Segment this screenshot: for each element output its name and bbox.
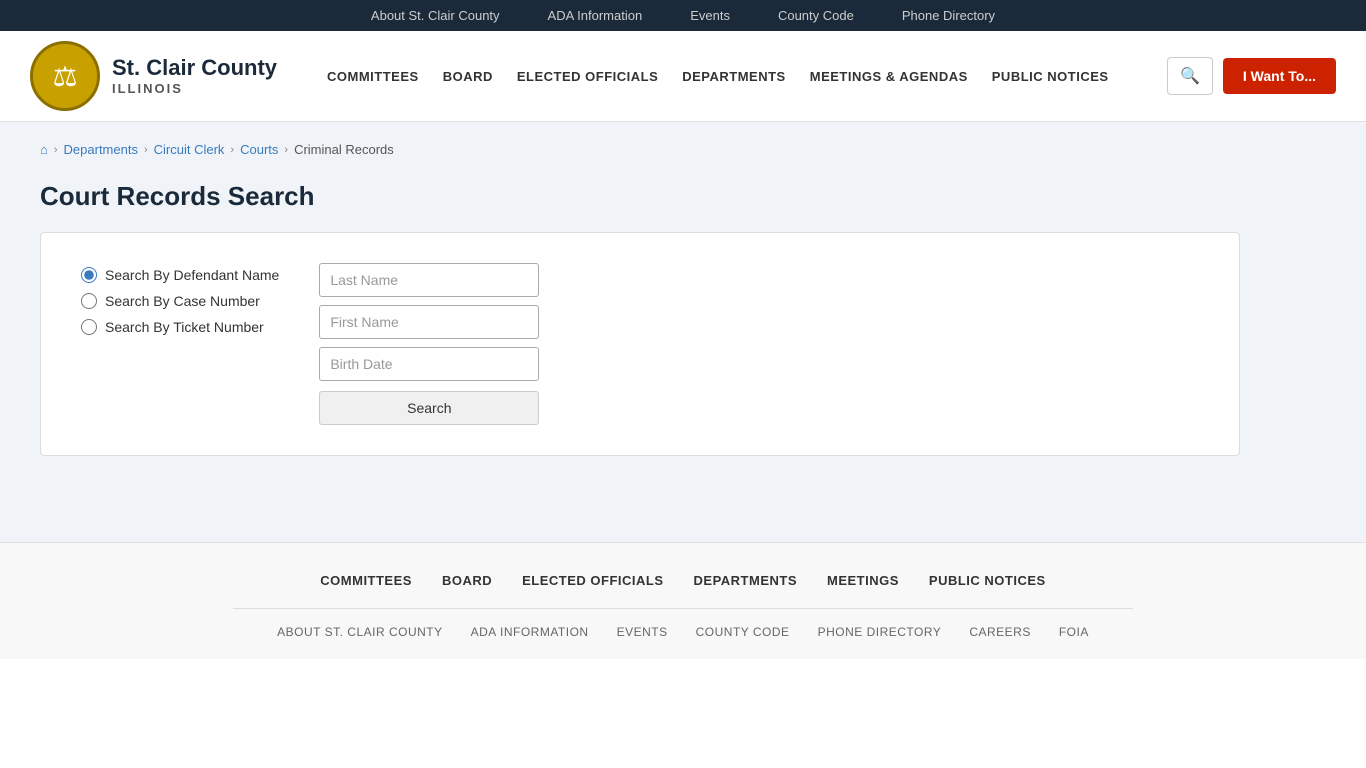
- topbar-link-about[interactable]: About St. Clair County: [371, 8, 500, 23]
- footer: COMMITTEES BOARD ELECTED OFFICIALS DEPAR…: [0, 542, 1366, 659]
- topbar-link-phone[interactable]: Phone Directory: [902, 8, 995, 23]
- breadcrumb: ⌂ › Departments › Circuit Clerk › Courts…: [40, 142, 1326, 157]
- fields-group: Search: [319, 263, 539, 425]
- footer-nav-departments[interactable]: DEPARTMENTS: [694, 573, 797, 588]
- header-actions: 🔍 I Want To...: [1167, 57, 1336, 95]
- radio-case-input[interactable]: [81, 293, 97, 309]
- footer-foia[interactable]: FOIA: [1059, 625, 1089, 639]
- nav-board[interactable]: BOARD: [433, 61, 503, 92]
- footer-ada[interactable]: ADA INFORMATION: [471, 625, 589, 639]
- radio-case-label: Search By Case Number: [105, 293, 260, 309]
- footer-divider: [233, 608, 1133, 609]
- radio-defendant-input[interactable]: [81, 267, 97, 283]
- breadcrumb-sep-2: ›: [144, 144, 148, 156]
- topbar-link-county-code[interactable]: County Code: [778, 8, 854, 23]
- footer-careers[interactable]: CAREERS: [969, 625, 1031, 639]
- radio-ticket-input[interactable]: [81, 319, 97, 335]
- breadcrumb-sep-1: ›: [54, 144, 58, 156]
- i-want-button[interactable]: I Want To...: [1223, 58, 1336, 94]
- footer-nav: COMMITTEES BOARD ELECTED OFFICIALS DEPAR…: [40, 573, 1326, 588]
- footer-nav-elected[interactable]: ELECTED OFFICIALS: [522, 573, 663, 588]
- nav-elected[interactable]: ELECTED OFFICIALS: [507, 61, 668, 92]
- footer-nav-meetings[interactable]: MEETINGS: [827, 573, 899, 588]
- footer-bottom-nav: ABOUT ST. CLAIR COUNTY ADA INFORMATION E…: [40, 625, 1326, 639]
- header: ⚖ St. Clair County ILLINOIS COMMITTEES B…: [0, 31, 1366, 122]
- breadcrumb-departments[interactable]: Departments: [64, 142, 138, 157]
- search-box: Search By Defendant Name Search By Case …: [40, 232, 1240, 456]
- nav-committees[interactable]: COMMITTEES: [317, 61, 429, 92]
- breadcrumb-home[interactable]: ⌂: [40, 142, 48, 157]
- breadcrumb-circuit-clerk[interactable]: Circuit Clerk: [154, 142, 225, 157]
- radio-case-number[interactable]: Search By Case Number: [81, 293, 279, 309]
- breadcrumb-sep-3: ›: [230, 144, 234, 156]
- main-nav: COMMITTEES BOARD ELECTED OFFICIALS DEPAR…: [317, 61, 1147, 92]
- state-name: ILLINOIS: [112, 81, 277, 97]
- search-type-group: Search By Defendant Name Search By Case …: [81, 263, 279, 335]
- county-name: St. Clair County: [112, 55, 277, 81]
- logo-icon: ⚖: [30, 41, 100, 111]
- footer-nav-committees[interactable]: COMMITTEES: [320, 573, 412, 588]
- last-name-input[interactable]: [319, 263, 539, 297]
- footer-phone-directory[interactable]: PHONE DIRECTORY: [818, 625, 942, 639]
- nav-public-notices[interactable]: PUBLIC NOTICES: [982, 61, 1119, 92]
- footer-events[interactable]: EVENTS: [617, 625, 668, 639]
- breadcrumb-current: Criminal Records: [294, 142, 394, 157]
- breadcrumb-courts[interactable]: Courts: [240, 142, 278, 157]
- radio-ticket-label: Search By Ticket Number: [105, 319, 264, 335]
- search-submit-button[interactable]: Search: [319, 391, 539, 425]
- top-bar: About St. Clair County ADA Information E…: [0, 0, 1366, 31]
- footer-county-code[interactable]: COUNTY CODE: [696, 625, 790, 639]
- footer-about[interactable]: ABOUT ST. CLAIR COUNTY: [277, 625, 442, 639]
- nav-meetings[interactable]: MEETINGS & AGENDAS: [800, 61, 978, 92]
- content-area: ⌂ › Departments › Circuit Clerk › Courts…: [0, 122, 1366, 542]
- topbar-link-ada[interactable]: ADA Information: [548, 8, 643, 23]
- footer-nav-public-notices[interactable]: PUBLIC NOTICES: [929, 573, 1046, 588]
- first-name-input[interactable]: [319, 305, 539, 339]
- logo-link[interactable]: ⚖ St. Clair County ILLINOIS: [30, 41, 277, 111]
- birth-date-input[interactable]: [319, 347, 539, 381]
- radio-defendant-name[interactable]: Search By Defendant Name: [81, 267, 279, 283]
- topbar-link-events[interactable]: Events: [690, 8, 730, 23]
- page-title: Court Records Search: [40, 181, 1326, 212]
- radio-ticket-number[interactable]: Search By Ticket Number: [81, 319, 279, 335]
- nav-departments[interactable]: DEPARTMENTS: [672, 61, 795, 92]
- breadcrumb-sep-4: ›: [284, 144, 288, 156]
- radio-defendant-label: Search By Defendant Name: [105, 267, 279, 283]
- footer-nav-board[interactable]: BOARD: [442, 573, 492, 588]
- search-form: Search By Defendant Name Search By Case …: [81, 263, 1199, 425]
- search-icon-button[interactable]: 🔍: [1167, 57, 1213, 95]
